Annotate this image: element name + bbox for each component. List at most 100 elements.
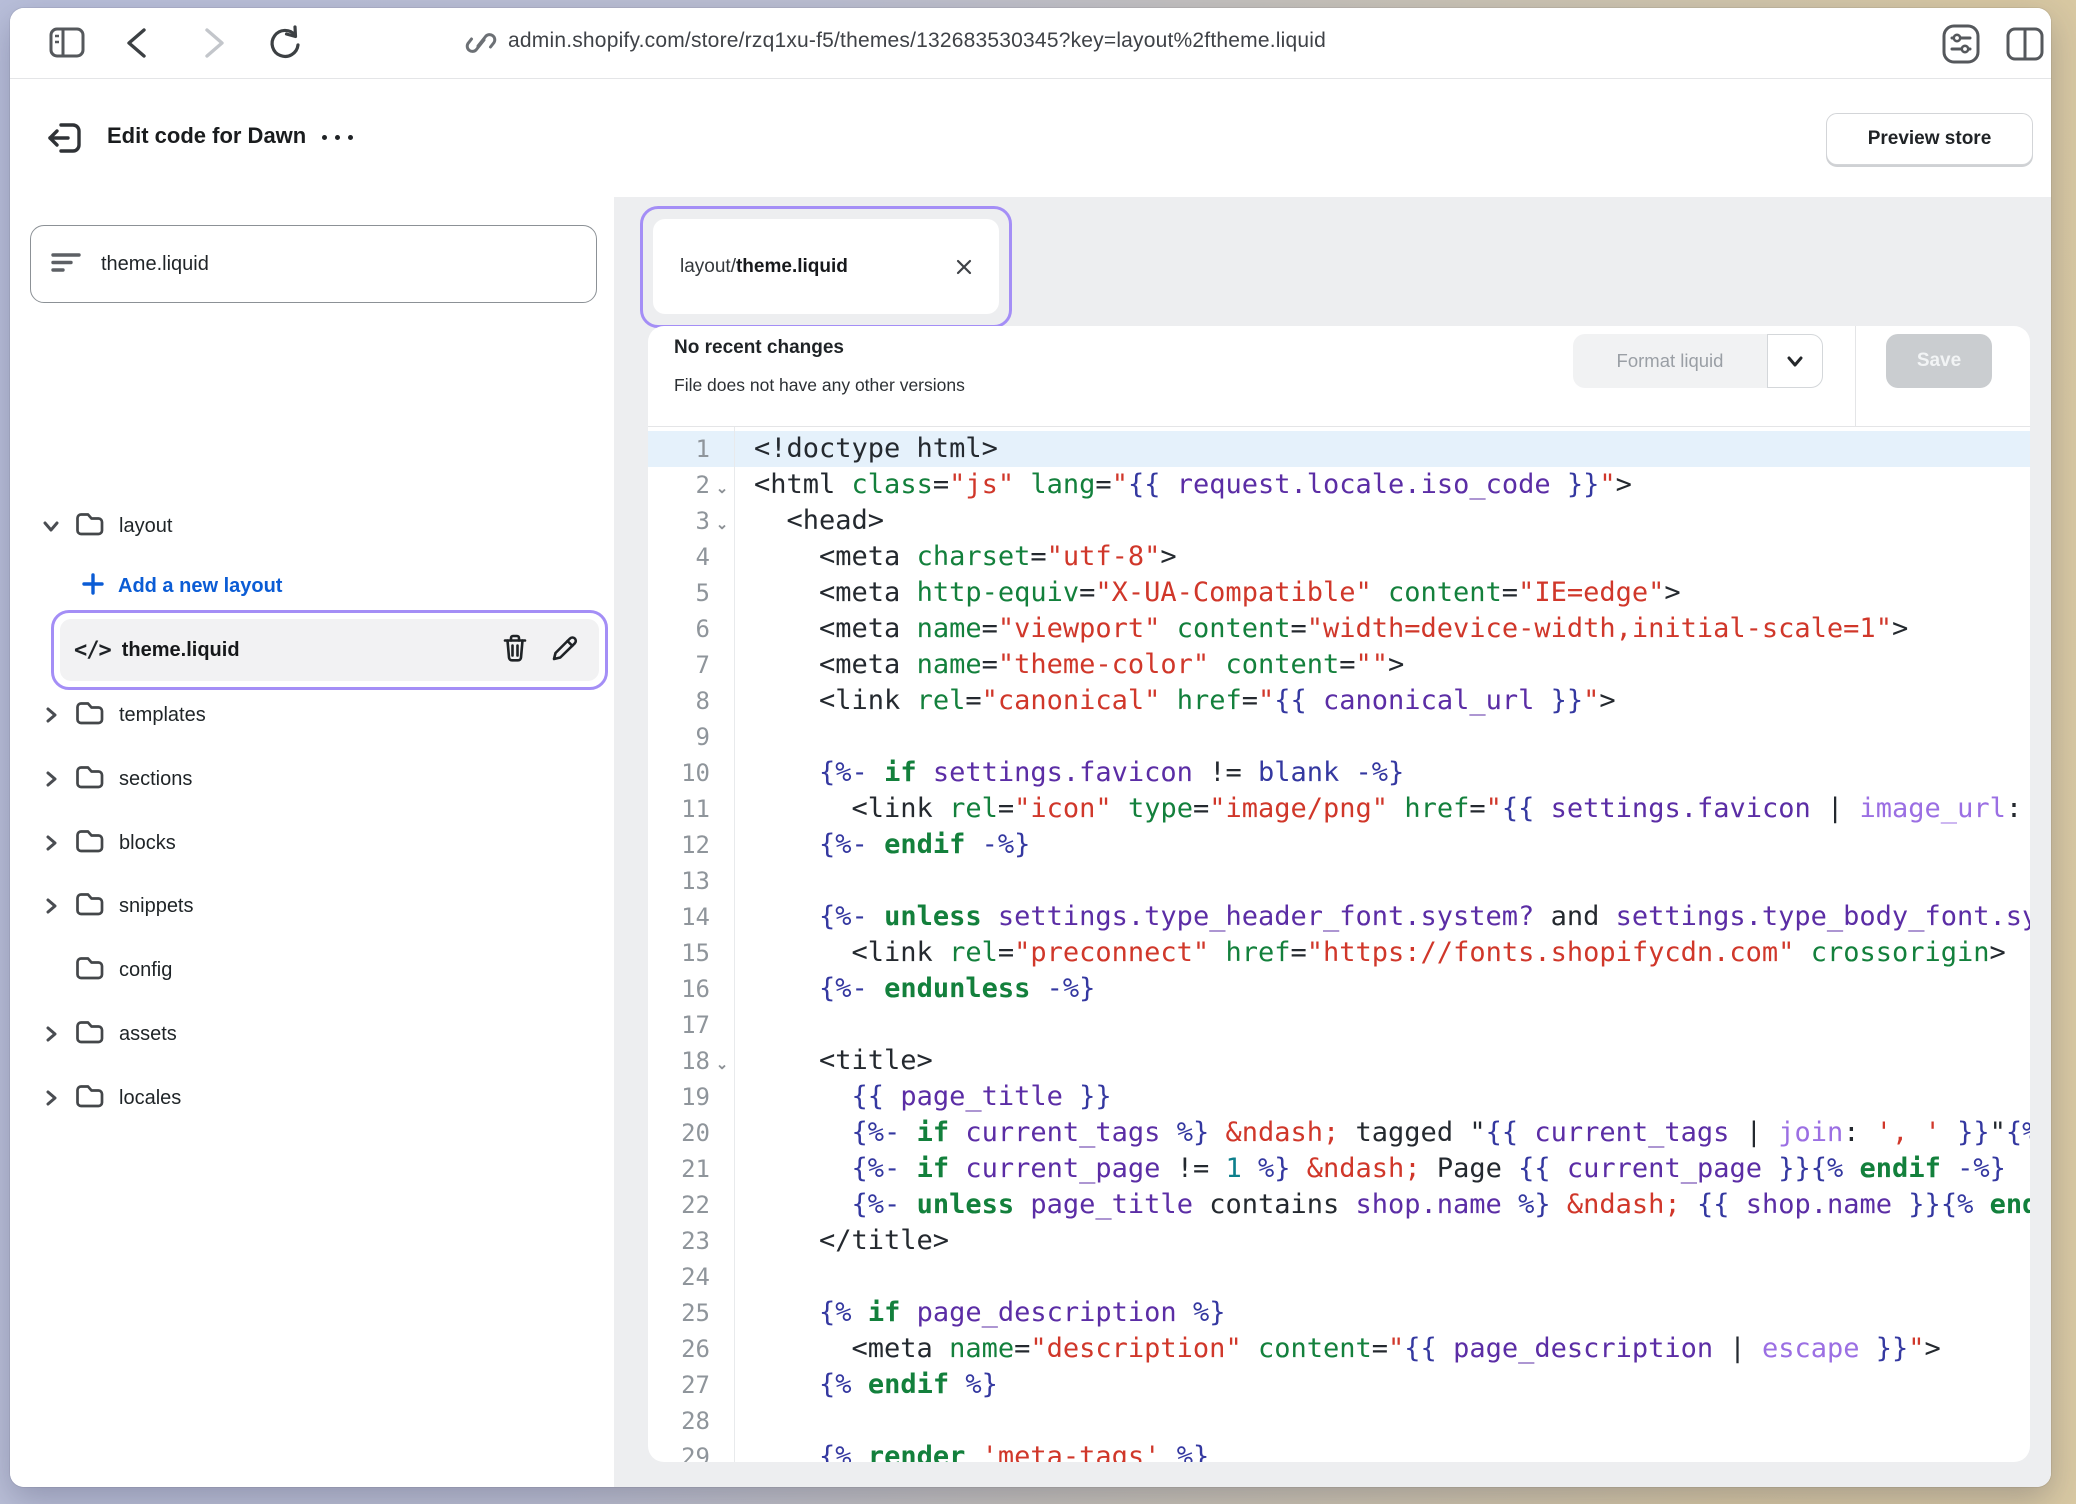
code-line[interactable]: 11 <link rel="icon" type="image/png" hre…: [648, 791, 2030, 827]
code-line[interactable]: 12 {%- endif -%}: [648, 827, 2030, 863]
sidebar-item-label: layout: [119, 515, 172, 538]
chevron-right-icon[interactable]: [38, 768, 64, 790]
link-icon: [462, 24, 500, 62]
add-new-layout-button[interactable]: Add a new layout: [30, 564, 605, 608]
code-line[interactable]: 4 <meta charset="utf-8">: [648, 539, 2030, 575]
chevron-right-icon[interactable]: [38, 895, 64, 917]
editor-card: No recent changes File does not have any…: [648, 326, 2030, 1462]
code-line[interactable]: 24: [648, 1259, 2030, 1295]
chevron-down-icon[interactable]: [38, 515, 64, 537]
code-text: {% endif %}: [734, 1367, 998, 1403]
code-line[interactable]: 21 {%- if current_page != 1 %} &ndash; P…: [648, 1151, 2030, 1187]
fold-chevron-icon[interactable]: ⌄: [710, 474, 734, 504]
code-line[interactable]: 5 <meta http-equiv="X-UA-Compatible" con…: [648, 575, 2030, 611]
code-line[interactable]: 10 {%- if settings.favicon != blank -%}: [648, 755, 2030, 791]
url-bar[interactable]: admin.shopify.com/store/rzq1xu-f5/themes…: [508, 29, 1326, 53]
chevron-right-icon[interactable]: [38, 1023, 64, 1045]
code-line[interactable]: 20 {%- if current_tags %} &ndash; tagged…: [648, 1115, 2030, 1151]
sidebar-item-label: assets: [119, 1023, 177, 1046]
version-subtitle: File does not have any other versions: [674, 375, 965, 396]
code-line[interactable]: 13: [648, 863, 2030, 899]
code-editor[interactable]: 1<!doctype html>2⌄<html class="js" lang=…: [648, 427, 2030, 1462]
code-line[interactable]: 17: [648, 1007, 2030, 1043]
code-line[interactable]: 18⌄ <title>: [648, 1043, 2030, 1079]
chevron-right-icon[interactable]: [38, 704, 64, 726]
sidebar-item-config[interactable]: config: [30, 948, 605, 992]
line-number-gutter: 2⌄: [648, 467, 734, 503]
file-search-box[interactable]: [30, 225, 597, 303]
sidebar-item-theme-liquid[interactable]: </> theme.liquid: [60, 619, 599, 681]
code-line[interactable]: 29 {% render 'meta-tags' %}: [648, 1439, 2030, 1462]
delete-file-icon[interactable]: [501, 633, 529, 668]
selected-file-outline: </> theme.liquid: [51, 610, 608, 690]
code-text: <title>: [734, 1043, 933, 1079]
exit-icon[interactable]: [44, 117, 86, 159]
code-line[interactable]: 28: [648, 1403, 2030, 1439]
code-line[interactable]: 15 <link rel="preconnect" href="https://…: [648, 935, 2030, 971]
sidebar-item-layout[interactable]: layout: [30, 504, 605, 548]
folder-icon: [74, 1018, 105, 1051]
reload-icon[interactable]: [262, 20, 308, 66]
save-button[interactable]: Save: [1886, 334, 1992, 388]
line-number: 18: [681, 1043, 710, 1079]
folder-icon: [74, 1082, 105, 1115]
format-liquid-button[interactable]: Format liquid: [1573, 334, 1767, 388]
page-title: Edit code for Dawn: [107, 123, 306, 149]
sidebar-item-sections[interactable]: sections: [30, 757, 605, 801]
line-number-gutter: 14: [648, 899, 734, 935]
code-text: <!doctype html>: [734, 431, 998, 467]
sidebar-item-blocks[interactable]: blocks: [30, 821, 605, 865]
code-line[interactable]: 9: [648, 719, 2030, 755]
file-sidebar: layout Add a new layout </> theme.liquid: [10, 197, 615, 1487]
code-line[interactable]: 3⌄ <head>: [648, 503, 2030, 539]
preview-store-button[interactable]: Preview store: [1826, 113, 2033, 165]
tune-icon[interactable]: [1938, 21, 1984, 67]
filter-icon: [49, 247, 83, 282]
line-number: 14: [681, 899, 710, 935]
line-number: 5: [696, 575, 710, 611]
fold-chevron-icon[interactable]: ⌄: [710, 1050, 734, 1080]
chevron-down-icon: [1789, 358, 1801, 365]
split-view-icon[interactable]: [2002, 22, 2048, 68]
code-text: [734, 1007, 754, 1043]
code-text: {%- endunless -%}: [734, 971, 1095, 1007]
code-line[interactable]: 19 {{ page_title }}: [648, 1079, 2030, 1115]
overflow-menu-icon[interactable]: [316, 129, 359, 146]
code-line[interactable]: 16 {%- endunless -%}: [648, 971, 2030, 1007]
search-input[interactable]: [99, 252, 578, 277]
code-line[interactable]: 25 {% if page_description %}: [648, 1295, 2030, 1331]
selected-file-label: theme.liquid: [122, 639, 240, 662]
folder-icon: [74, 890, 105, 923]
code-line[interactable]: 1<!doctype html>: [648, 431, 2030, 467]
code-line[interactable]: 14 {%- unless settings.type_header_font.…: [648, 899, 2030, 935]
code-line[interactable]: 2⌄<html class="js" lang="{{ request.loca…: [648, 467, 2030, 503]
rename-file-icon[interactable]: [550, 633, 580, 668]
tab-theme-liquid[interactable]: layout/theme.liquid: [653, 219, 999, 314]
tab-file-label: theme.liquid: [736, 256, 848, 278]
code-line[interactable]: 22 {%- unless page_title contains shop.n…: [648, 1187, 2030, 1223]
line-number-gutter: 29: [648, 1439, 734, 1462]
code-line[interactable]: 8 <link rel="canonical" href="{{ canonic…: [648, 683, 2030, 719]
code-line[interactable]: 23 </title>: [648, 1223, 2030, 1259]
sidebar-item-locales[interactable]: locales: [30, 1076, 605, 1120]
line-number: 26: [681, 1331, 710, 1367]
line-number: 6: [696, 611, 710, 647]
code-line[interactable]: 26 <meta name="description" content="{{ …: [648, 1331, 2030, 1367]
fold-chevron-icon[interactable]: ⌄: [710, 510, 734, 540]
format-dropdown-button[interactable]: [1767, 334, 1823, 388]
sidebar-toggle-icon[interactable]: [44, 20, 90, 66]
code-text: <meta name="description" content="{{ pag…: [734, 1331, 1941, 1367]
chevron-right-icon[interactable]: [38, 832, 64, 854]
back-icon[interactable]: [114, 20, 160, 66]
code-line[interactable]: 6 <meta name="viewport" content="width=d…: [648, 611, 2030, 647]
code-line[interactable]: 27 {% endif %}: [648, 1367, 2030, 1403]
sidebar-item-templates[interactable]: templates: [30, 693, 605, 737]
line-number-gutter: 3⌄: [648, 503, 734, 539]
sidebar-item-snippets[interactable]: snippets: [30, 884, 605, 928]
line-number: 13: [681, 863, 710, 899]
code-line[interactable]: 7 <meta name="theme-color" content="">: [648, 647, 2030, 683]
sidebar-item-assets[interactable]: assets: [30, 1012, 605, 1056]
chevron-right-icon[interactable]: [38, 1087, 64, 1109]
line-number-gutter: 17: [648, 1007, 734, 1043]
close-icon[interactable]: [953, 256, 975, 278]
